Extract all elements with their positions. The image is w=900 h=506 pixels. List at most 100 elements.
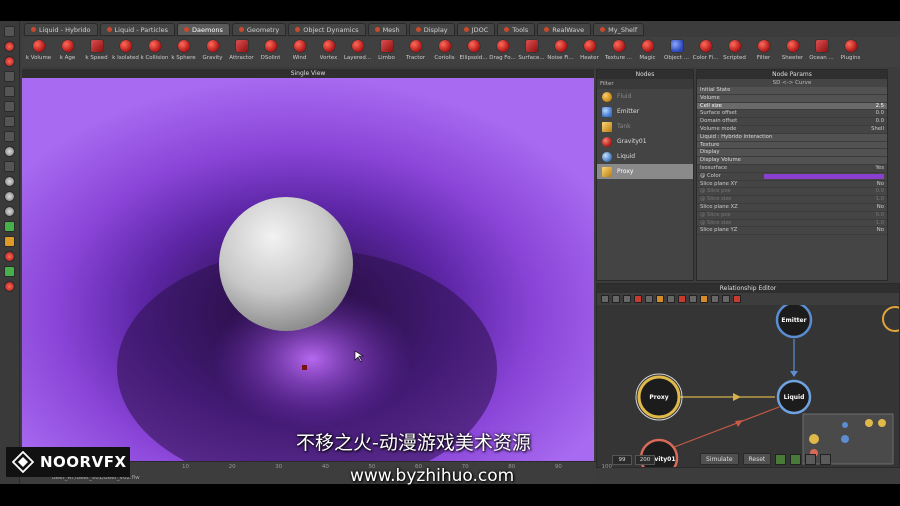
param-section-header[interactable]: Display [697, 149, 887, 158]
daemon-tool-button[interactable]: Scripted [720, 37, 749, 67]
rel-remove-icon[interactable] [678, 295, 686, 303]
node-list-item[interactable]: Proxy [597, 164, 693, 179]
daemon-tool-button[interactable]: Wind [285, 37, 314, 67]
shelf-tab[interactable]: Liquid - Particles [99, 23, 176, 36]
daemon-tool-button[interactable]: Magic [633, 37, 662, 67]
daemon-tool-button[interactable]: Layered... [343, 37, 372, 67]
param-value[interactable]: 1.0 [876, 220, 884, 227]
daemon-tool-button[interactable]: Noise Fi... [546, 37, 575, 67]
cone-tool-icon[interactable] [4, 206, 15, 217]
param-value[interactable]: 0.0 [876, 212, 884, 219]
current-frame-field[interactable]: 99 [612, 455, 632, 465]
daemon-tool-button[interactable]: Object ... [662, 37, 691, 67]
param-row[interactable]: Volume mode Shell [697, 126, 887, 134]
shelf-tab[interactable]: Mesh [367, 23, 407, 36]
step-icon[interactable] [790, 453, 802, 465]
daemon-tool-button[interactable]: Drag Fo... [488, 37, 517, 67]
record-tool-icon[interactable] [4, 281, 15, 292]
rel-select-icon[interactable] [623, 295, 631, 303]
stop-icon[interactable] [805, 453, 817, 465]
param-row[interactable]: Slice plane XZ No [697, 204, 887, 212]
cube-tool-icon[interactable] [4, 161, 15, 172]
move-tool-icon[interactable] [4, 41, 15, 52]
rewind-icon[interactable] [820, 453, 832, 465]
daemon-tool-button[interactable]: Attractor [227, 37, 256, 67]
param-value[interactable]: 1.0 [876, 196, 884, 203]
simulate-button[interactable]: Simulate [700, 453, 739, 465]
shelf-tab[interactable]: Daemons [177, 23, 230, 36]
daemon-tool-button[interactable]: Filter [749, 37, 778, 67]
erase-tool-icon[interactable] [4, 251, 15, 262]
select-tool-icon[interactable] [4, 26, 15, 37]
cylinder-tool-icon[interactable] [4, 191, 15, 202]
daemon-tool-button[interactable]: Sheeter [778, 37, 807, 67]
param-row[interactable]: Slice plane YZ No [697, 227, 887, 236]
daemon-tool-button[interactable]: Ocean ... [807, 37, 836, 67]
rel-unlink-icon[interactable] [612, 295, 620, 303]
daemon-tool-button[interactable]: k Volume [24, 37, 53, 67]
paint-tool-icon[interactable] [4, 236, 15, 247]
shelf-tab[interactable]: RealWave [537, 23, 592, 36]
param-row[interactable]: Domain offset 0.0 [697, 118, 887, 126]
nodes-filter-input[interactable]: Filter [597, 79, 693, 89]
shelf-tab[interactable]: Object Dynamics [288, 23, 366, 36]
color-swatch[interactable] [764, 173, 884, 179]
rel-exclusive-icon[interactable] [634, 295, 642, 303]
daemon-tool-button[interactable]: Gravity [198, 37, 227, 67]
param-value[interactable]: No [877, 227, 884, 234]
param-section-header[interactable]: Texture [697, 141, 887, 150]
node-list-item[interactable]: Tank [597, 119, 693, 134]
param-value[interactable]: 0.0 [876, 118, 884, 125]
daemon-tool-button[interactable]: k Isolated [111, 37, 140, 67]
rel-pan-icon[interactable] [722, 295, 730, 303]
param-row[interactable]: Isosurface Yes [697, 165, 887, 173]
shelf-tab[interactable]: Geometry [231, 23, 287, 36]
param-row[interactable]: @ Slice size 1.0 [697, 196, 887, 204]
single-view-viewport[interactable] [22, 69, 594, 461]
daemon-tool-button[interactable]: Plugins [836, 37, 865, 67]
node-list-item[interactable]: Liquid [597, 149, 693, 164]
param-row[interactable]: Cell size 2.5 [697, 102, 887, 111]
scale-tool-icon[interactable] [4, 71, 15, 82]
daemon-tool-button[interactable]: Color Fi... [691, 37, 720, 67]
param-section-header[interactable]: Liquid : Hybrido Interaction [697, 133, 887, 142]
shelf-tab[interactable]: Display [408, 23, 455, 36]
param-value[interactable]: Shell [871, 126, 884, 133]
daemon-tool-button[interactable]: Ellipsoid... [459, 37, 488, 67]
play-icon[interactable] [775, 453, 787, 465]
rel-link-icon[interactable] [601, 295, 609, 303]
shading-tool-icon[interactable] [4, 116, 15, 127]
shelf-tab[interactable]: Liquid - Hybrido [24, 23, 98, 36]
daemon-tool-button[interactable]: Texture ... [604, 37, 633, 67]
offscreen-node[interactable] [882, 306, 900, 332]
param-section-header[interactable]: Display Volume [697, 157, 887, 165]
rotate-tool-icon[interactable] [4, 56, 15, 67]
daemon-tool-button[interactable]: DSolint [256, 37, 285, 67]
param-row[interactable]: @ Color [697, 173, 887, 181]
end-frame-field[interactable]: 200 [635, 455, 655, 465]
export-tool-icon[interactable] [4, 266, 15, 277]
daemon-tool-button[interactable]: Heater [575, 37, 604, 67]
check-tool-icon[interactable] [4, 221, 15, 232]
rel-group-icon[interactable] [700, 295, 708, 303]
param-row[interactable]: @ Slice pos 0.0 [697, 188, 887, 197]
reset-button[interactable]: Reset [742, 453, 772, 465]
daemon-tool-button[interactable]: k Age [53, 37, 82, 67]
link-tool-icon[interactable] [4, 101, 15, 112]
daemon-tool-button[interactable]: k Sphere [169, 37, 198, 67]
rel-delete-icon[interactable] [733, 295, 741, 303]
param-row[interactable]: Slice plane XY No [697, 181, 887, 189]
param-value[interactable]: Yes [875, 165, 884, 172]
node-list-item[interactable]: Fluid [597, 89, 693, 104]
shelf-tab[interactable]: My_Shelf [593, 23, 645, 36]
shelf-tab[interactable]: JDOC [456, 23, 496, 36]
daemon-tool-button[interactable]: Vortex [314, 37, 343, 67]
rel-global-icon[interactable] [656, 295, 664, 303]
proxy-sphere[interactable] [219, 197, 353, 331]
rel-frame-icon[interactable] [667, 295, 675, 303]
param-value[interactable]: 0.0 [876, 110, 884, 117]
node-list-item[interactable]: Emitter [597, 104, 693, 119]
torus-tool-icon[interactable] [4, 176, 15, 187]
daemon-tool-button[interactable]: Surface... [517, 37, 546, 67]
param-value[interactable]: 0.0 [876, 188, 884, 195]
